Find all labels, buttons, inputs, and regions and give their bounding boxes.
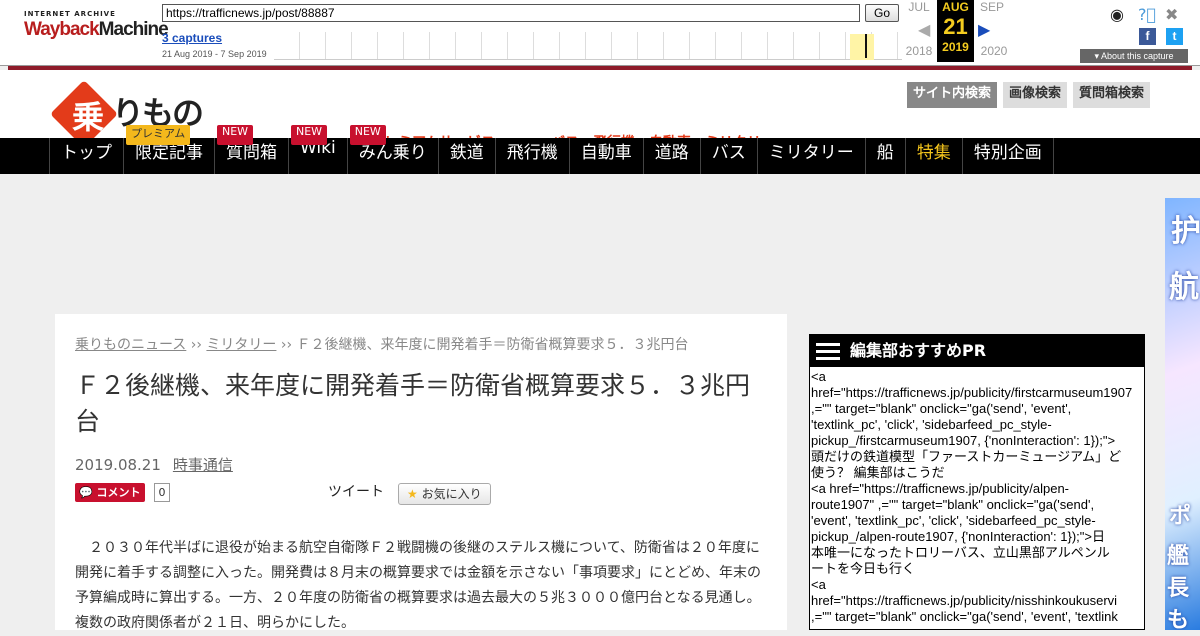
- article-source[interactable]: 時事通信: [173, 456, 233, 474]
- nav-item[interactable]: 特集: [904, 138, 962, 174]
- nav-item[interactable]: 質問箱 NEW: [214, 125, 288, 174]
- month-current-label: AUG: [942, 0, 969, 14]
- breadcrumb: 乗りものニュース ›› ミリタリー ›› Ｆ２後継機、来年度に開発着手＝防衛省概…: [75, 334, 689, 354]
- day-current: 21: [943, 14, 968, 39]
- tab-question-search[interactable]: 質問箱検索: [1073, 82, 1151, 108]
- year-next: 2020: [980, 44, 1008, 58]
- nav-item-label: 限定記事: [135, 143, 203, 163]
- month-prev[interactable]: JUL: [899, 0, 939, 14]
- capture-sparkline[interactable]: [274, 32, 902, 60]
- breadcrumb-home[interactable]: 乗りものニュース: [75, 337, 186, 353]
- nav-item-label: 質問箱: [226, 143, 277, 163]
- star-icon: ★: [407, 487, 418, 501]
- nav-item-label: 特集: [916, 143, 951, 163]
- month-next[interactable]: SEP: [972, 0, 1012, 14]
- nav-item[interactable]: 船: [864, 138, 905, 174]
- close-icon[interactable]: ✖: [1165, 5, 1178, 24]
- favorite-button[interactable]: ★ お気に入り: [398, 483, 491, 505]
- nav-item[interactable]: ミリタリー: [756, 138, 865, 174]
- wayback-logo-main: WaybackMachine: [24, 19, 169, 40]
- ad-char: 艦: [1167, 544, 1190, 569]
- nav-item-label: 自動車: [580, 143, 632, 163]
- nav-item[interactable]: 道路: [642, 138, 700, 174]
- nav-item-label: 鉄道: [449, 143, 484, 163]
- search-tabs: サイト内検索 画像検索 質問箱検索: [907, 82, 1151, 108]
- captures-range: 21 Aug 2019 - 7 Sep 2019: [162, 49, 267, 59]
- article-date: 2019.08.21: [75, 456, 161, 474]
- sidebar-raw-links[interactable]: <a href="https://trafficnews.jp/publicit…: [810, 367, 1144, 625]
- breadcrumb-current: Ｆ２後継機、来年度に開発着手＝防衛省概算要求５．３兆円台: [296, 337, 689, 353]
- sidebar-title: 編集部おすすめPR: [850, 341, 987, 360]
- sidebar-recommend: 編集部おすすめPR <a href="https://trafficnews.j…: [809, 334, 1145, 630]
- article-body: ２０３０年代半ばに退役が始まる航空自衛隊Ｆ２戦闘機の後継のステルス機について、防…: [75, 540, 761, 631]
- logo-kanji: 乗: [71, 98, 104, 136]
- nav-item-label: ミリタリー: [768, 143, 854, 163]
- tweet-button[interactable]: ツイート: [328, 481, 384, 501]
- breadcrumb-category[interactable]: ミリタリー: [206, 337, 276, 353]
- tab-image-search[interactable]: 画像検索: [1003, 82, 1068, 108]
- nav-item-label: トップ: [61, 143, 112, 163]
- nav-item[interactable]: 特別企画: [961, 138, 1054, 174]
- ad-char: 航: [1169, 270, 1199, 305]
- year-prev: 2018: [905, 44, 933, 58]
- month-prev-label: JUL: [908, 0, 930, 14]
- twitter-icon[interactable]: t: [1166, 28, 1183, 45]
- nav-badge: プレミアム: [126, 125, 191, 145]
- ad-char: 护: [1171, 214, 1200, 249]
- wayback-toolbar: INTERNET ARCHIVE WaybackMachine Go 3 cap…: [0, 0, 1200, 66]
- wayback-go-button[interactable]: Go: [865, 4, 899, 22]
- nav-badge: NEW: [291, 125, 328, 145]
- next-capture-arrow-icon[interactable]: ▶: [978, 20, 990, 39]
- nav-item-label: 飛行機: [506, 143, 558, 163]
- wayback-url-input[interactable]: [162, 4, 860, 22]
- nav-item[interactable]: みん乗り NEW: [346, 125, 438, 174]
- tab-site-search[interactable]: サイト内検索: [907, 82, 998, 108]
- wayback-logo[interactable]: INTERNET ARCHIVE WaybackMachine: [24, 10, 169, 50]
- page-title: Ｆ２後継機、来年度に開発着手＝防衛省概算要求５．３兆円台: [75, 371, 751, 436]
- captures-link[interactable]: 3 captures: [162, 31, 222, 45]
- nav-item[interactable]: バス: [699, 138, 757, 174]
- nav-item[interactable]: 自動車: [568, 138, 643, 174]
- nav-items: トップ 限定記事 プレミアム 質問箱 NEW Wiki NEW みん乗り NEW 鉄道 飛行機 自動車…: [49, 125, 1054, 174]
- nav-item-label: みん乗り: [358, 143, 427, 163]
- month-next-label: SEP: [979, 0, 1004, 14]
- nav-item-label: バス: [711, 143, 746, 163]
- sidebar-header: 編集部おすすめPR: [810, 335, 1144, 367]
- nav-item[interactable]: Wiki NEW: [288, 125, 347, 174]
- sparkline-current-year: [850, 34, 874, 60]
- about-capture-button[interactable]: ▾ About this capture: [1080, 49, 1188, 63]
- nav-item-label: 特別企画: [973, 143, 1042, 163]
- ad-char: ポ: [1169, 504, 1192, 529]
- side-ad-banner[interactable]: 护 航 ポ 艦 長も: [1165, 198, 1200, 630]
- list-icon: [816, 340, 840, 362]
- month-current[interactable]: AUG 21 2019: [937, 0, 974, 62]
- nav-item[interactable]: 飛行機: [494, 138, 569, 174]
- prev-capture-arrow-icon[interactable]: ◀: [918, 20, 930, 39]
- nav-item[interactable]: 鉄道: [437, 138, 495, 174]
- year-current: 2019: [942, 40, 969, 54]
- nav-item[interactable]: トップ: [49, 138, 123, 174]
- wayback-logo-top: INTERNET ARCHIVE: [24, 10, 116, 18]
- help-icon[interactable]: ?⃝: [1138, 5, 1156, 24]
- article-meta: 2019.08.21 時事通信: [75, 454, 233, 475]
- user-icon[interactable]: ◉: [1110, 5, 1124, 24]
- main-nav: トップ 限定記事 プレミアム 質問箱 NEW Wiki NEW みん乗り NEW 鉄道 飛行機 自動車…: [0, 125, 1200, 174]
- sparkline-capture-mark: [865, 34, 867, 58]
- nav-badge: NEW: [217, 125, 254, 145]
- facebook-icon[interactable]: f: [1139, 28, 1156, 45]
- nav-item-label: 道路: [654, 143, 689, 163]
- comment-button[interactable]: 💬 コメント: [75, 483, 145, 502]
- nav-badge: NEW: [349, 125, 386, 145]
- article: 乗りものニュース ›› ミリタリー ›› Ｆ２後継機、来年度に開発着手＝防衛省概…: [55, 314, 787, 631]
- nav-item[interactable]: 限定記事 プレミアム: [123, 125, 214, 174]
- breadcrumb-sep: ››: [186, 337, 207, 353]
- breadcrumb-sep: ››: [276, 337, 297, 353]
- ad-char: 長も: [1167, 576, 1190, 630]
- nav-item-label: 船: [876, 143, 894, 163]
- comment-count: 0: [154, 483, 170, 502]
